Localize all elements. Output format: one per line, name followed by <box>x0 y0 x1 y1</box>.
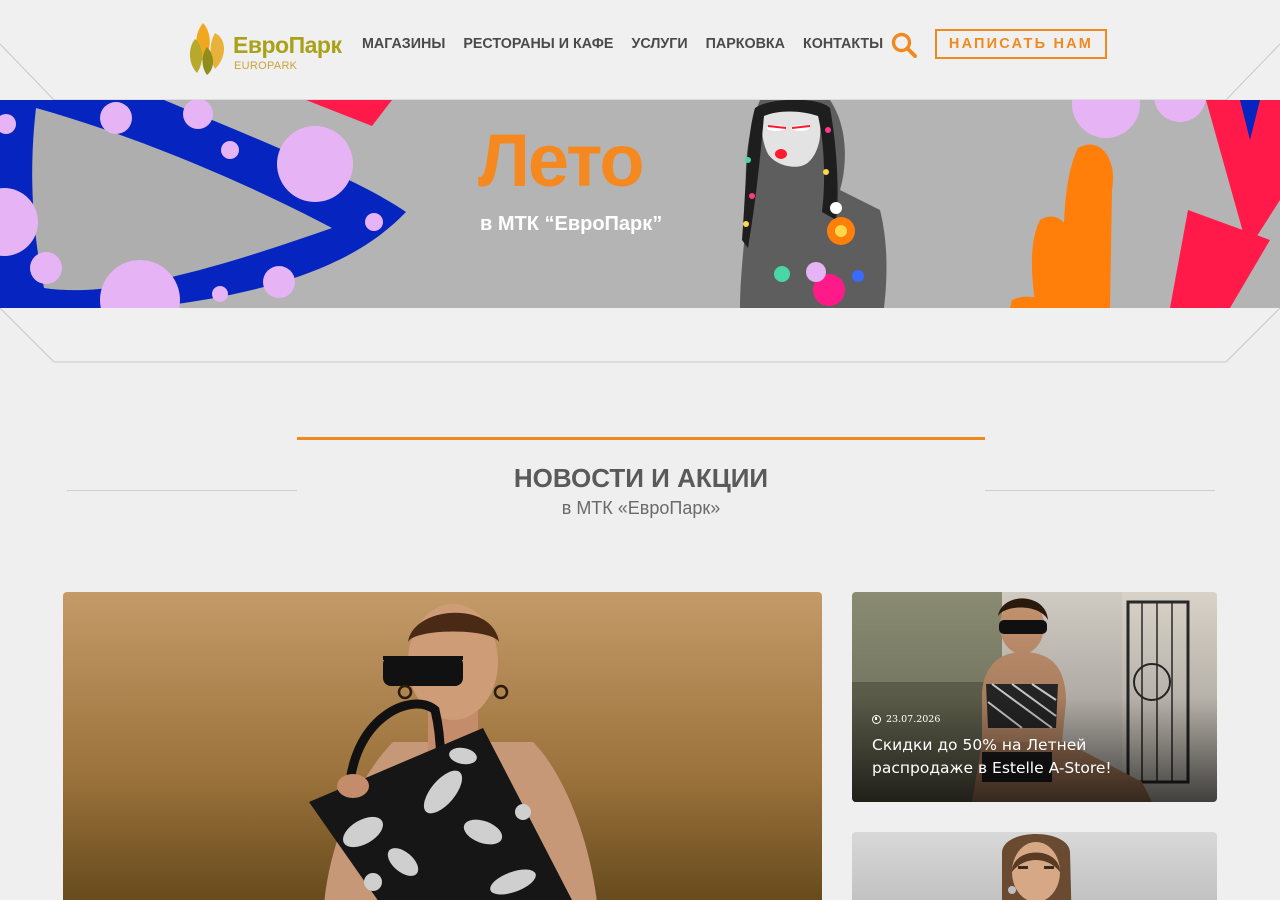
section-accent-bar <box>297 437 985 440</box>
section-subtitle: в МТК «ЕвроПарк» <box>561 498 721 518</box>
nav-item-parking[interactable]: ПАРКОВКА <box>706 36 785 52</box>
news-title: Скидки до 50% на Летней распродаже в Est… <box>872 736 1112 777</box>
news-card-estelle[interactable]: 23.07.2026 Скидки до 50% на Летней распр… <box>852 592 1217 802</box>
news-date-text: 23.07.2026 <box>886 714 941 725</box>
leaf-logo-icon <box>189 23 224 75</box>
hero-banner[interactable]: Лето в МТК “ЕвроПарк” <box>0 100 1280 308</box>
nav-item-contacts[interactable]: КОНТАКТЫ <box>803 36 883 52</box>
hero-subtitle: в МТК “ЕвроПарк” <box>480 213 663 235</box>
search-button[interactable] <box>890 31 918 59</box>
news-card-image <box>63 592 822 900</box>
news-date: 23.07.2026 <box>872 714 940 725</box>
site-logo[interactable]: ЕвроПарк EUROPARK <box>189 21 342 77</box>
logo-wordmark: ЕвроПарк <box>233 32 342 58</box>
nav-item-services[interactable]: УСЛУГИ <box>631 36 687 52</box>
news-card-image <box>852 832 1217 900</box>
hero-bottom-frame <box>0 308 1280 363</box>
hero-title: Лето <box>478 119 645 202</box>
section-title: НОВОСТИ И АКЦИИ <box>513 463 769 493</box>
news-card-featured[interactable] <box>63 592 822 900</box>
site-header: ЕвроПарк EUROPARK МАГАЗИНЫ РЕСТОРАНЫ И К… <box>0 0 1280 100</box>
logo-latin: EUROPARK <box>234 60 298 72</box>
write-to-us-button[interactable]: НАПИСАТЬ НАМ <box>935 29 1107 59</box>
news-card-third[interactable] <box>852 832 1217 900</box>
main-nav: МАГАЗИНЫ РЕСТОРАНЫ И КАФЕ УСЛУГИ ПАРКОВК… <box>362 36 883 52</box>
clock-icon <box>872 715 881 724</box>
nav-item-restaurants[interactable]: РЕСТОРАНЫ И КАФЕ <box>463 36 613 52</box>
search-icon <box>891 32 917 58</box>
nav-item-shops[interactable]: МАГАЗИНЫ <box>362 36 445 52</box>
